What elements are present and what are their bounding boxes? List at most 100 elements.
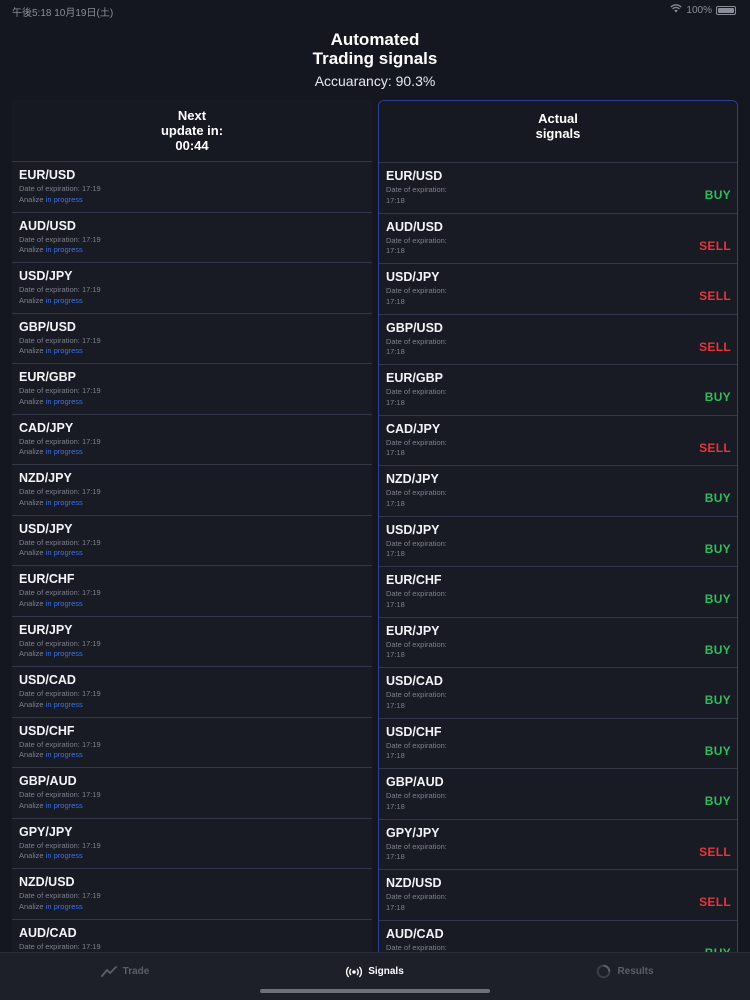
- pending-signal-row[interactable]: EUR/CHF Date of expiration: 17:19 Analize …: [12, 566, 372, 617]
- actual-signal-list[interactable]: EUR/USD Date of expiration: 17:18 BUY AUD/US…: [379, 163, 737, 952]
- actual-signal-row[interactable]: GPY/JPY Date of expiration: 17:18 SELL: [379, 819, 737, 870]
- battery-percent: 100%: [686, 4, 712, 16]
- in-progress-label: in progress: [45, 901, 83, 911]
- next-update-line2: update in:: [160, 123, 224, 138]
- status-indicators: 100%: [670, 4, 736, 16]
- status-time: 午後5:18 10月19日(土): [12, 8, 114, 19]
- pending-signal-row[interactable]: GBP/AUD Date of expiration: 17:19 Analize …: [12, 768, 372, 819]
- actual-signal-row[interactable]: AUD/CADDate of expiration:BUY: [379, 920, 737, 952]
- expiration-time: 17:18: [386, 852, 405, 861]
- sell-signal-badge: SELL: [699, 289, 731, 303]
- expiration-time: 17:18: [386, 296, 405, 306]
- actual-signal-row[interactable]: EUR/JPY Date of expiration: 17:18 BUY: [379, 617, 737, 668]
- pending-signal-row[interactable]: AUD/CADDate of expiration: 17:19Analize …: [12, 919, 372, 952]
- currency-pair: USD/CAD: [386, 674, 443, 688]
- currency-pair: GBP/AUD: [386, 775, 444, 789]
- expiration-label: Date of expiration:: [386, 185, 447, 194]
- expiration-label: Date of expiration:: [386, 892, 447, 901]
- buy-signal-badge: BUY: [704, 794, 731, 808]
- expiration-date: Date of expiration: 17:19: [19, 941, 101, 951]
- actual-signal-row[interactable]: NZD/JPY Date of expiration: 17:18 BUY: [379, 466, 737, 517]
- tab-results[interactable]: Results: [500, 953, 750, 1000]
- actual-signal-row[interactable]: USD/JPY Date of expiration: 17:18 BUY: [379, 516, 737, 567]
- pending-signal-row[interactable]: EUR/USD Date of expiration: 17:19 Analize …: [12, 162, 372, 213]
- expiration-date: Date of expiration: 17:19: [19, 386, 101, 395]
- pending-signal-row[interactable]: NZD/JPY Date of expiration: 17:19 Analize …: [12, 465, 372, 516]
- actual-signal-row[interactable]: EUR/CHF Date of expiration: 17:18 BUY: [379, 567, 737, 618]
- pending-signal-row[interactable]: USD/JPY Date of expiration: 17:19 Analize …: [12, 515, 372, 566]
- currency-pair: GPY/JPY: [386, 825, 440, 840]
- currency-pair: CAD/JPY: [19, 420, 74, 435]
- expiration-date: Date of expiration: 17:19: [19, 790, 101, 799]
- pending-signal-row[interactable]: USD/CHF Date of expiration: 17:19 Analize …: [12, 717, 372, 768]
- sell-signal-badge: SELL: [699, 440, 731, 455]
- analyze-label: Analize: [19, 750, 44, 759]
- currency-pair: NZD/USD: [386, 876, 442, 890]
- expiration-label: Date of expiration:: [386, 286, 447, 295]
- expiration-label: Date of expiration:: [386, 235, 447, 245]
- analyze-label: Analize: [19, 699, 44, 709]
- pending-signal-row[interactable]: EUR/GBP Date of expiration: 17:19 Analize …: [12, 364, 372, 415]
- battery-icon: [716, 5, 736, 15]
- expiration-label: Date of expiration:: [386, 437, 447, 447]
- actual-signals-column[interactable]: Actual signals EUR/USD Date of expiration…: [378, 100, 738, 952]
- next-update-line1: Next: [177, 108, 207, 123]
- actual-signal-row[interactable]: USD/CAD Date of expiration: 17:18 BUY: [379, 668, 737, 719]
- analyze-label: Analize: [19, 548, 44, 557]
- buy-signal-badge: BUY: [704, 390, 731, 404]
- currency-pair: GBP/AUD: [19, 774, 77, 788]
- pending-signal-row[interactable]: CAD/JPY Date of expiration: 17:19 Analize …: [12, 414, 372, 465]
- accuracy-label: Accuarancy: 90.3%: [314, 73, 436, 89]
- spinner-icon: [596, 964, 611, 979]
- pending-signal-row[interactable]: AUD/USD Date of expiration: 17:19 Analize …: [12, 212, 372, 263]
- expiration-time: 17:18: [386, 397, 405, 407]
- pending-signal-list[interactable]: EUR/USD Date of expiration: 17:19 Analize …: [12, 162, 372, 952]
- actual-signal-row[interactable]: NZD/USD Date of expiration: 17:18 SELL: [379, 870, 737, 921]
- expiration-time: 17:18: [386, 902, 405, 912]
- actual-signal-row[interactable]: AUD/USD Date of expiration: 17:18 SELL: [379, 213, 737, 264]
- sell-signal-badge: SELL: [699, 895, 731, 909]
- analysis-status: Analize in progress: [19, 700, 366, 710]
- currency-pair: AUD/CAD: [19, 925, 77, 940]
- next-update-column[interactable]: Next update in: 00:44 EUR/USD Date of exp…: [12, 100, 372, 952]
- expiration-date: Date of expiration: 17:19: [19, 891, 101, 900]
- pending-signal-row[interactable]: GPY/JPY Date of expiration: 17:19 Analize …: [12, 818, 372, 869]
- countdown-timer: 00:44: [175, 138, 209, 153]
- expiration-time: 17:18: [386, 549, 405, 558]
- currency-pair: EUR/CHF: [386, 573, 442, 587]
- pending-signal-row[interactable]: USD/CAD Date of expiration: 17:19 Analize …: [12, 667, 372, 718]
- analyze-label: Analize: [19, 901, 44, 911]
- expiration-date: Date of expiration: 17:19: [19, 588, 101, 597]
- currency-pair: GBP/USD: [19, 319, 76, 334]
- analysis-status: Analize in progress: [19, 346, 366, 356]
- actual-signal-row[interactable]: USD/CHF Date of expiration: 17:18 BUY: [379, 718, 737, 769]
- trend-line-icon: [100, 966, 117, 977]
- expiration-label: Date of expiration:: [386, 791, 447, 800]
- currency-pair: EUR/USD: [19, 168, 76, 182]
- actual-signal-row[interactable]: GBP/USD Date of expiration: 17:18 SELL: [379, 314, 737, 365]
- in-progress-label: in progress: [45, 346, 83, 355]
- actual-signal-row[interactable]: GBP/AUD Date of expiration: 17:18 BUY: [379, 769, 737, 820]
- buy-signal-badge: BUY: [704, 592, 731, 606]
- actual-signal-row[interactable]: EUR/GBP Date of expiration: 17:18 BUY: [379, 365, 737, 416]
- actual-signal-row[interactable]: CAD/JPY Date of expiration: 17:18 SELL: [379, 415, 737, 466]
- analyze-label: Analize: [19, 396, 44, 406]
- analysis-status: Analize in progress: [19, 397, 366, 407]
- pending-signal-row[interactable]: USD/JPY Date of expiration: 17:19 Analize …: [12, 263, 372, 314]
- expiration-time: 17:18: [386, 599, 405, 609]
- expiration-date: Date of expiration: 17:19: [19, 739, 101, 749]
- actual-signal-row[interactable]: EUR/USD Date of expiration: 17:18 BUY: [379, 163, 737, 214]
- in-progress-label: in progress: [45, 194, 83, 204]
- currency-pair: AUD/USD: [19, 218, 76, 233]
- actual-signal-row[interactable]: USD/JPY Date of expiration: 17:18 SELL: [379, 264, 737, 315]
- home-indicator[interactable]: [260, 989, 490, 993]
- pending-signal-row[interactable]: GBP/USD Date of expiration: 17:19 Analize …: [12, 313, 372, 364]
- pending-signal-row[interactable]: NZD/USD Date of expiration: 17:19 Analize …: [12, 869, 372, 920]
- buy-signal-badge: BUY: [704, 491, 731, 505]
- analyze-label: Analize: [19, 194, 44, 204]
- sell-signal-badge: SELL: [699, 238, 731, 253]
- signal-columns: Next update in: 00:44 EUR/USD Date of exp…: [12, 100, 738, 952]
- pending-signal-row[interactable]: EUR/JPY Date of expiration: 17:19 Analize …: [12, 616, 372, 667]
- tab-trade[interactable]: Trade: [0, 953, 250, 1000]
- analyze-label: Analize: [19, 346, 44, 355]
